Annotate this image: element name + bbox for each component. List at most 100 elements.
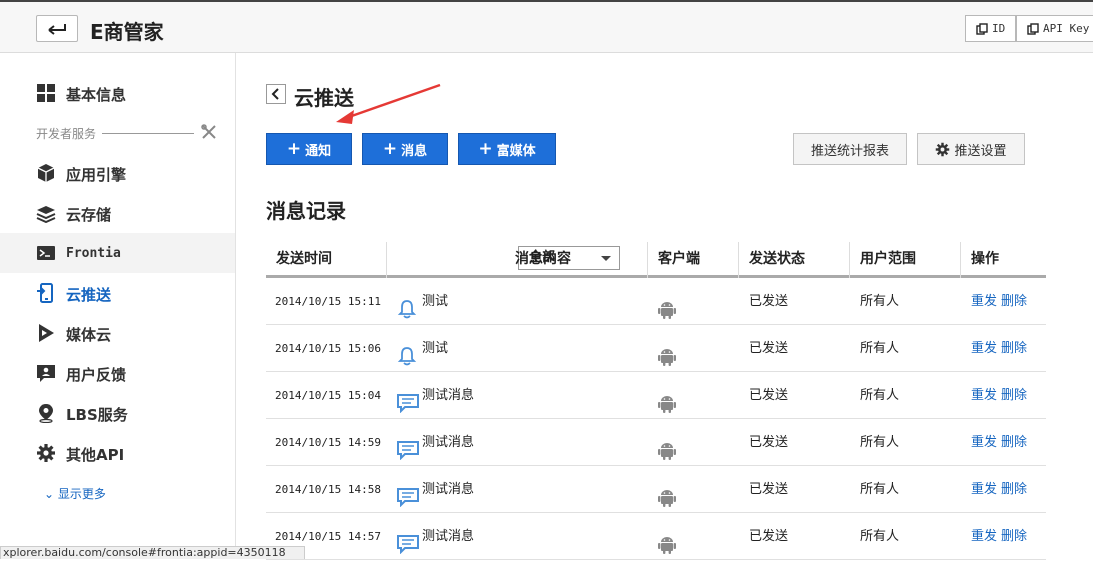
row-actions: 重发 删除 xyxy=(971,466,1031,513)
id-button[interactable]: ID xyxy=(965,15,1016,42)
table-header: 发送时间 全部 消息内容 客户端 发送状态 用户范围 操作 xyxy=(266,242,1046,278)
id-label: ID xyxy=(992,22,1006,35)
row-time: 2014/10/15 14:58 xyxy=(275,483,381,496)
section-label: 开发者服务 xyxy=(36,127,97,141)
row-scope: 所有人 xyxy=(860,341,900,356)
row-content: 测试消息 xyxy=(422,529,475,544)
table-row: 2014/10/15 15:06 测试 已发送 所有人 重发 删除 xyxy=(266,325,1046,372)
sidebar-item-label: 其他API xyxy=(66,446,125,464)
resend-link[interactable]: 重发 xyxy=(971,341,997,356)
annotation-arrow xyxy=(336,83,441,124)
sidebar-item-label: LBS服务 xyxy=(66,406,128,424)
row-content: 测试 xyxy=(422,341,449,356)
row-status: 已发送 xyxy=(749,435,789,450)
row-status: 已发送 xyxy=(749,388,789,403)
row-content: 测试消息 xyxy=(422,435,475,450)
delete-link[interactable]: 删除 xyxy=(1001,388,1027,403)
push-settings-button[interactable]: 推送设置 xyxy=(917,133,1025,165)
sidebar-item-user-feedback[interactable]: 用户反馈 xyxy=(0,353,235,393)
row-status: 已发送 xyxy=(749,529,789,544)
resend-link[interactable]: 重发 xyxy=(971,388,997,403)
sidebar-item-label: 用户反馈 xyxy=(66,366,127,384)
push-stats-button[interactable]: 推送统计报表 xyxy=(793,133,907,165)
row-status: 已发送 xyxy=(749,294,789,309)
row-time: 2014/10/15 15:11 xyxy=(275,295,381,308)
android-icon xyxy=(658,434,676,460)
table-body: 2014/10/15 15:11 测试 已发送 所有人 重发 删除 2014/10… xyxy=(266,278,1046,560)
add-message-button[interactable]: + 消息 xyxy=(362,133,448,165)
message-icon xyxy=(397,527,419,555)
resend-link[interactable]: 重发 xyxy=(971,435,997,450)
resend-link[interactable]: 重发 xyxy=(971,294,997,309)
bell-icon xyxy=(397,339,419,366)
back-arrow-icon xyxy=(48,24,66,35)
sidebar-item-other-api[interactable]: 其他API xyxy=(0,433,235,473)
row-scope: 所有人 xyxy=(860,529,900,544)
row-actions: 重发 删除 xyxy=(971,325,1031,372)
plus-icon: + xyxy=(382,139,398,159)
api-key-button[interactable]: API Key xyxy=(1016,15,1093,42)
message-icon xyxy=(397,480,419,508)
top-bar: E商管家 ID API Key xyxy=(0,0,1093,53)
table-row: 2014/10/15 15:04 测试消息 已发送 所有人 重发 删除 xyxy=(266,372,1046,419)
records-title: 消息记录 xyxy=(266,199,346,223)
copy-icon xyxy=(976,22,988,35)
sidebar-item-lbs[interactable]: LBS服务 xyxy=(0,393,235,433)
bell-icon xyxy=(397,292,419,319)
chevron-left-icon xyxy=(271,88,279,100)
grid-icon xyxy=(37,84,55,102)
delete-link[interactable]: 删除 xyxy=(1001,341,1027,356)
sidebar-item-app-engine[interactable]: 应用引擎 xyxy=(0,153,235,193)
row-content: 测试消息 xyxy=(422,388,475,403)
sidebar-item-cloud-storage[interactable]: 云存储 xyxy=(0,193,235,233)
gear-icon xyxy=(936,142,950,156)
resend-link[interactable]: 重发 xyxy=(971,529,997,544)
location-icon xyxy=(39,404,53,423)
terminal-icon xyxy=(37,246,55,260)
row-scope: 所有人 xyxy=(860,388,900,403)
row-actions: 重发 删除 xyxy=(971,278,1031,325)
sidebar-item-cloud-push[interactable]: 云推送 xyxy=(0,273,235,313)
row-time: 2014/10/15 15:04 xyxy=(275,389,381,402)
dropdown-caret-icon xyxy=(601,256,611,261)
status-url: xplorer.baidu.com/console#frontia:appid=… xyxy=(0,546,305,559)
delete-link[interactable]: 删除 xyxy=(1001,435,1027,450)
delete-link[interactable]: 删除 xyxy=(1001,294,1027,309)
add-notification-button[interactable]: + 通知 xyxy=(266,133,352,165)
message-icon xyxy=(397,433,419,461)
back-button[interactable] xyxy=(36,15,78,42)
resend-link[interactable]: 重发 xyxy=(971,482,997,497)
message-icon xyxy=(397,386,419,414)
sidebar-item-frontia[interactable]: Frontia xyxy=(0,233,235,273)
android-icon xyxy=(658,387,676,413)
row-content: 测试消息 xyxy=(422,482,475,497)
chevron-down-icon: ⌄ xyxy=(44,487,55,501)
message-records-table: 发送时间 全部 消息内容 客户端 发送状态 用户范围 操作 2014/10/15… xyxy=(266,242,1046,560)
tools-icon xyxy=(201,124,216,139)
col-content-header: 全部 消息内容 xyxy=(387,242,648,278)
layers-icon xyxy=(36,206,56,223)
show-more-link[interactable]: ⌄ 显示更多 xyxy=(44,485,106,502)
delete-link[interactable]: 删除 xyxy=(1001,482,1027,497)
sidebar-item-label: 云存储 xyxy=(66,206,112,224)
row-actions: 重发 删除 xyxy=(971,513,1031,560)
page-back-button[interactable] xyxy=(266,84,286,104)
add-rich-media-button[interactable]: + 富媒体 xyxy=(458,133,556,165)
col-client: 客户端 xyxy=(648,242,739,278)
row-status: 已发送 xyxy=(749,482,789,497)
table-row: 2014/10/15 14:57 测试消息 已发送 所有人 重发 删除 xyxy=(266,513,1046,560)
col-scope: 用户范围 xyxy=(850,242,961,278)
row-actions: 重发 删除 xyxy=(971,372,1031,419)
table-row: 2014/10/15 14:58 测试消息 已发送 所有人 重发 删除 xyxy=(266,466,1046,513)
col-status: 发送状态 xyxy=(739,242,850,278)
android-icon xyxy=(658,528,676,554)
row-scope: 所有人 xyxy=(860,435,900,450)
plus-icon: + xyxy=(478,139,493,159)
sidebar-item-basic-info[interactable]: 基本信息 xyxy=(0,73,235,113)
sidebar-item-media-cloud[interactable]: 媒体云 xyxy=(0,313,235,353)
sidebar-item-label: 云推送 xyxy=(66,286,112,304)
delete-link[interactable]: 删除 xyxy=(1001,529,1027,544)
row-scope: 所有人 xyxy=(860,294,900,309)
plus-icon: + xyxy=(286,139,302,159)
api-key-label: API Key xyxy=(1043,22,1090,35)
